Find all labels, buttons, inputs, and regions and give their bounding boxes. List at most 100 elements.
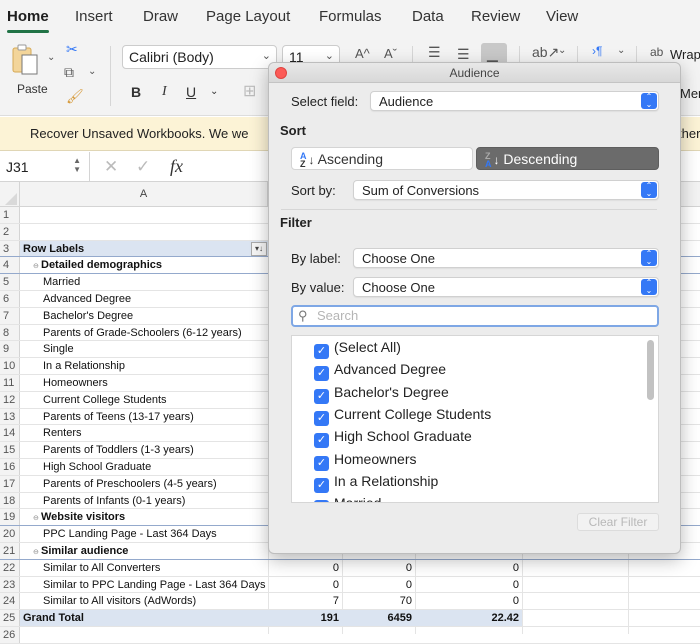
cell-row-label[interactable]: Grand Total (20, 610, 268, 626)
tab-formulas[interactable]: Formulas (319, 8, 382, 25)
row-number[interactable]: 21 (0, 543, 20, 559)
by-value-dropdown[interactable]: Choose One ⌃ ⌄ (353, 277, 659, 297)
checkbox-checked-icon[interactable]: ✓ (314, 388, 329, 404)
row-number[interactable]: 7 (0, 307, 20, 324)
cell-value[interactable]: 0 (342, 577, 415, 593)
orientation-dropdown-icon[interactable]: ⌄ (558, 45, 566, 56)
collapse-icon[interactable]: ⊖ (33, 548, 41, 556)
filter-list-item[interactable]: ✓ In a Relationship (314, 473, 438, 493)
cut-icon[interactable]: ✂ (66, 41, 78, 58)
row-labels-filter-button[interactable]: ▾↓ (251, 241, 267, 256)
row-number[interactable]: 6 (0, 291, 20, 307)
notification-text[interactable]: Recover Unsaved Workbooks. We we (30, 126, 248, 141)
shrink-font-button[interactable]: Aˇ (384, 46, 397, 61)
cell-value[interactable]: 0 (415, 560, 522, 576)
cell-row-label[interactable]: Married (20, 274, 268, 290)
sort-by-dropdown[interactable]: Sum of Conversions ⌃ ⌄ (353, 180, 659, 200)
insert-function-icon[interactable]: fx (170, 156, 183, 177)
paste-icon[interactable] (12, 44, 38, 75)
align-top-icon[interactable]: ☰ (428, 44, 441, 61)
cell-row-label[interactable] (20, 224, 268, 240)
row-number[interactable]: 3 (0, 240, 20, 257)
cell-row-label[interactable]: Similar to All visitors (AdWords) (20, 593, 268, 609)
cell-value[interactable] (268, 627, 342, 643)
orientation-icon[interactable]: ab↗ (532, 44, 559, 61)
cell-row-label[interactable]: Parents of Infants (0-1 years) (20, 493, 268, 509)
row-number[interactable]: 2 (0, 223, 20, 240)
cell-row-label[interactable]: Bachelor's Degree (20, 308, 268, 324)
cell-row-label[interactable]: Single (20, 341, 268, 357)
dialog-titlebar[interactable]: Audience (269, 63, 680, 83)
filter-list-item[interactable]: ✓ Advanced Degree (314, 361, 446, 382)
checkbox-checked-icon[interactable]: ✓ (314, 410, 329, 426)
cell-row-label[interactable] (20, 207, 268, 223)
paste-button-label[interactable]: Paste (17, 82, 48, 96)
cell-value[interactable]: 0 (268, 560, 342, 576)
cancel-entry-icon[interactable]: ✕ (104, 157, 118, 177)
clear-filter-button[interactable]: Clear Filter (577, 513, 659, 531)
row-number[interactable]: 1 (0, 207, 20, 223)
row-number[interactable]: 10 (0, 358, 20, 374)
row-number[interactable]: 9 (0, 341, 20, 358)
row-number[interactable]: 24 (0, 593, 20, 610)
row-number[interactable]: 22 (0, 559, 20, 576)
filter-list-item[interactable]: ✓ Current College Students (314, 406, 491, 426)
cell-row-label[interactable]: Parents of Toddlers (1-3 years) (20, 442, 268, 458)
by-label-dropdown[interactable]: Choose One ⌃ ⌄ (353, 248, 659, 268)
checkbox-checked-icon[interactable]: ✓ (314, 344, 329, 359)
row-number[interactable]: 14 (0, 425, 20, 442)
merge-label[interactable]: Merg (680, 86, 700, 101)
cell-value[interactable]: 22.42 (415, 610, 522, 626)
checkbox-checked-icon[interactable]: ✓ (314, 500, 329, 502)
row-number[interactable]: 16 (0, 459, 20, 475)
tab-page-layout[interactable]: Page Layout (206, 8, 290, 25)
cell-value[interactable] (342, 627, 415, 643)
row-number[interactable]: 18 (0, 492, 20, 509)
name-box-stepper-icon[interactable]: ▲ ▼ (73, 156, 81, 174)
indent-icon[interactable]: ›¶ (592, 44, 602, 58)
cell-row-label[interactable]: High School Graduate (20, 459, 268, 475)
cell-value[interactable]: 6459 (342, 610, 415, 626)
select-field-dropdown[interactable]: Audience ⌃ ⌄ (370, 91, 659, 111)
cell-value[interactable]: 0 (415, 577, 522, 593)
cell-row-label[interactable]: Similar to PPC Landing Page - Last 364 D… (20, 577, 268, 593)
list-scrollbar[interactable] (647, 340, 654, 400)
cell-value[interactable]: 70 (342, 593, 415, 609)
row-number[interactable]: 11 (0, 375, 20, 391)
tab-home[interactable]: Home (7, 8, 49, 25)
checkbox-checked-icon[interactable]: ✓ (314, 433, 329, 449)
cell-value[interactable]: 0 (342, 560, 415, 576)
checkbox-checked-icon[interactable]: ✓ (314, 477, 329, 493)
underline-dropdown-icon[interactable]: ⌄ (210, 86, 218, 97)
cell-row-label[interactable]: Row Labels (20, 240, 268, 257)
borders-icon[interactable]: ⊞ (243, 81, 256, 101)
select-all-corner[interactable] (0, 182, 20, 207)
row-number[interactable]: 19 (0, 509, 20, 526)
cell-row-label[interactable]: Parents of Preschoolers (4-5 years) (20, 476, 268, 492)
cell-row-label[interactable]: ⊖ Website visitors (20, 509, 268, 525)
row-number[interactable]: 25 (0, 610, 20, 626)
cell-row-label[interactable]: PPC Landing Page - Last 364 Days (20, 526, 268, 542)
copy-icon[interactable]: ⧉ (64, 64, 74, 81)
tab-draw[interactable]: Draw (143, 8, 178, 25)
row-number[interactable]: 13 (0, 408, 20, 425)
cell-value[interactable]: 7 (268, 593, 342, 609)
row-number[interactable]: 5 (0, 274, 20, 290)
format-painter-icon[interactable]: 🖌 (66, 88, 84, 105)
filter-list-item[interactable]: ✓ (Select All) (314, 339, 401, 359)
row-number[interactable]: 8 (0, 324, 20, 341)
row-number[interactable]: 23 (0, 576, 20, 593)
cell-row-label[interactable]: Advanced Degree (20, 291, 268, 307)
cell-row-label[interactable]: Parents of Teens (13-17 years) (20, 409, 268, 425)
cell-row-label[interactable]: ⊖ Similar audience (20, 543, 268, 559)
copy-dropdown-icon[interactable]: ⌄ (88, 66, 96, 77)
filter-list-item[interactable]: ✓ Bachelor's Degree (314, 384, 449, 404)
italic-button[interactable]: I (162, 84, 167, 100)
row-number[interactable]: 4 (0, 257, 20, 274)
checkbox-checked-icon[interactable]: ✓ (314, 366, 329, 382)
cell-row-label[interactable]: Homeowners (20, 375, 268, 391)
filter-list-item[interactable]: ✓ Married (314, 495, 381, 502)
search-input[interactable]: ⚲ Search (291, 305, 659, 327)
row-number[interactable]: 12 (0, 391, 20, 408)
sort-ascending-button[interactable]: A Z ↓ Ascending (291, 147, 473, 170)
